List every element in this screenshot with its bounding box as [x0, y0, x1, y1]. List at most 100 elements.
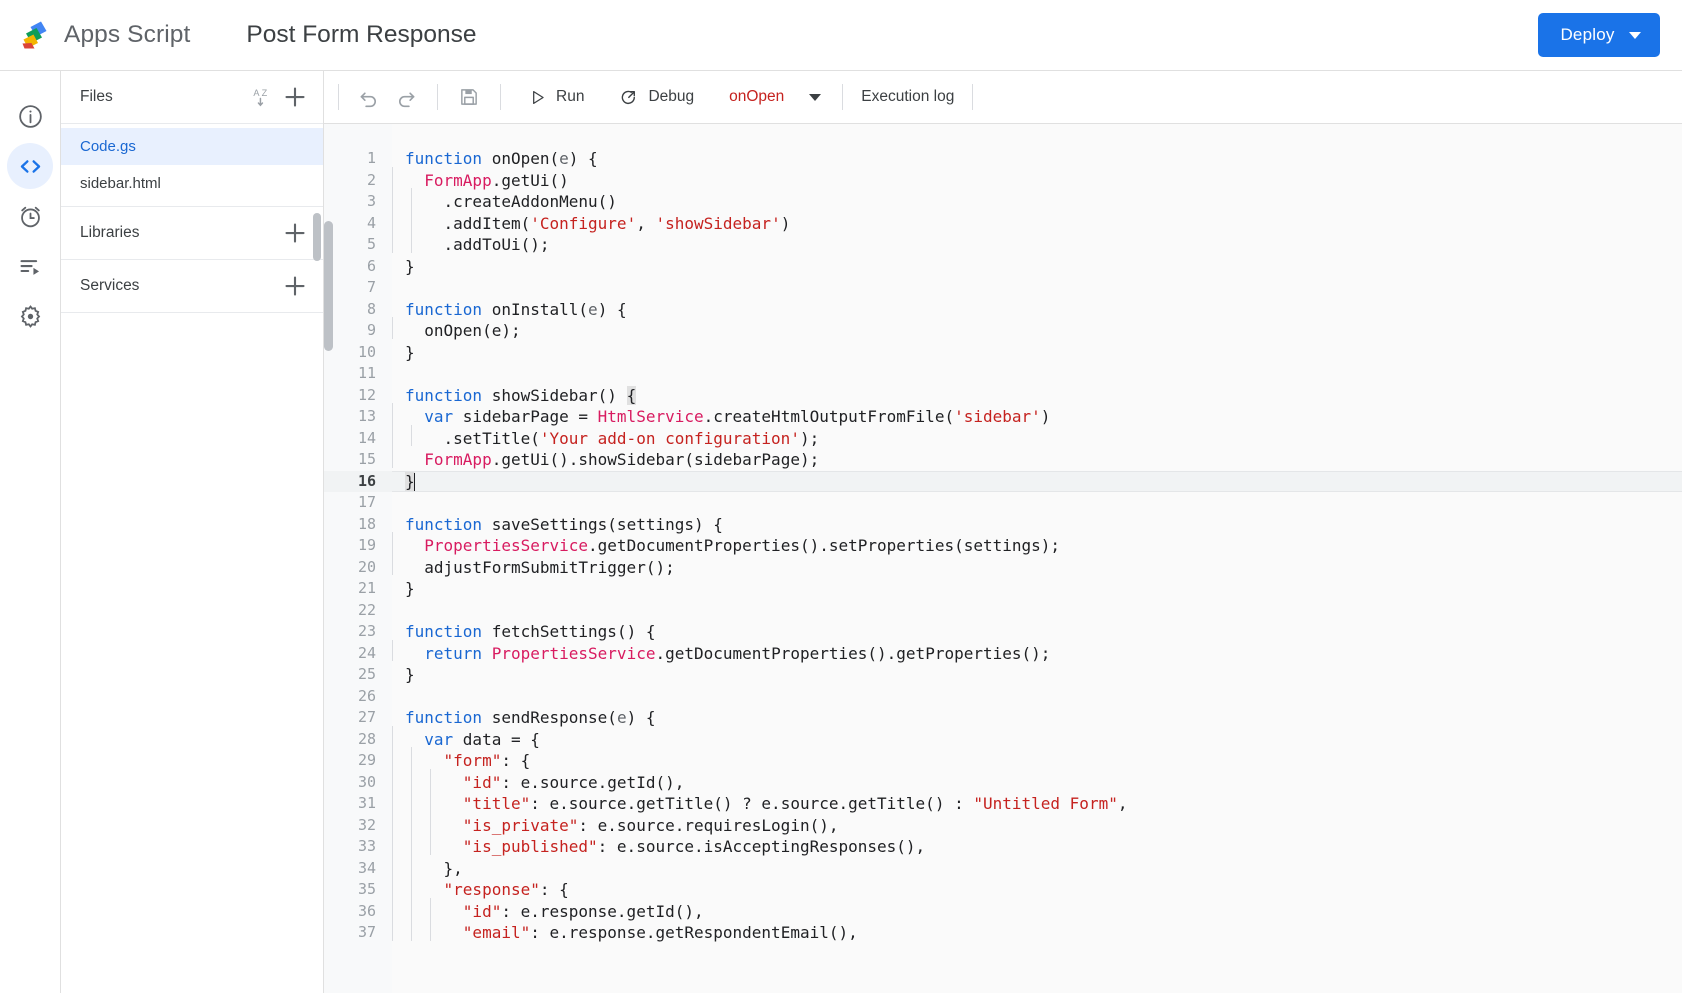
add-library-button[interactable] — [279, 217, 311, 249]
code-text: onOpen(e); — [392, 317, 1682, 342]
files-panel-scrollbar[interactable] — [313, 213, 321, 261]
code-token: : e.source.isAcceptingResponses(), — [597, 837, 926, 856]
function-selector-caret[interactable] — [794, 78, 836, 116]
code-line[interactable]: 32 "is_private": e.source.requiresLogin(… — [324, 811, 1682, 837]
chevron-down-icon — [809, 93, 822, 101]
sort-alpha-icon[interactable]: A Z — [247, 81, 279, 113]
code-line[interactable]: 11 — [324, 363, 1682, 385]
play-triangle-icon — [533, 90, 544, 104]
code-token: .getDocumentProperties().getProperties()… — [655, 643, 1051, 663]
line-number: 19 — [357, 536, 376, 554]
code-line[interactable]: 36 "id": e.response.getId(), — [324, 897, 1682, 923]
code-line[interactable]: 31 "title": e.source.getTitle() ? e.sour… — [324, 790, 1682, 815]
code-token: onInstall — [491, 299, 579, 319]
code-line[interactable]: 20 adjustFormSubmitTrigger(); — [324, 553, 1682, 579]
code-line[interactable]: 4 .addItem('Configure', 'showSidebar') — [324, 209, 1682, 235]
code-token: e — [616, 708, 627, 727]
line-number: 31 — [357, 794, 376, 812]
svg-text:A: A — [253, 88, 260, 98]
code-line[interactable]: 29 "form": { — [324, 747, 1682, 772]
code-line[interactable]: 30 "id": e.source.getId(), — [324, 768, 1682, 794]
code-token: .createHtmlOutputFromFile( — [703, 407, 955, 426]
code-line[interactable]: 17 — [324, 492, 1682, 514]
code-line[interactable]: 3 .createAddonMenu() — [324, 188, 1682, 213]
code-token: : { — [539, 880, 569, 899]
code-line[interactable]: 9 onOpen(e); — [324, 317, 1682, 342]
code-editor[interactable]: 1 function onOpen(e) {2 FormApp.getUi() 3 … — [324, 124, 1682, 993]
add-file-button[interactable] — [279, 81, 311, 113]
text-cursor — [413, 472, 415, 491]
code-token: } — [405, 579, 415, 598]
code-line[interactable]: 22 — [324, 600, 1682, 622]
undo-button[interactable] — [349, 78, 387, 116]
line-number: 3 — [366, 192, 376, 210]
code-line[interactable]: 26 — [324, 686, 1682, 708]
save-button[interactable] — [450, 78, 488, 116]
redo-button[interactable] — [387, 78, 425, 116]
code-line[interactable]: 5 .addToUi(); — [324, 231, 1682, 256]
code-line[interactable]: 34 }, — [324, 854, 1682, 880]
code-token: e — [588, 299, 598, 319]
sidebar-item-settings[interactable] — [7, 293, 53, 339]
add-service-button[interactable] — [279, 270, 311, 302]
file-item-code-gs[interactable]: Code.gs — [61, 128, 323, 165]
code-text: .setTitle('Your add-on configuration'); — [392, 424, 1682, 450]
code-text: } — [392, 256, 1682, 278]
code-token: function — [405, 385, 492, 405]
code-line[interactable]: 6} — [324, 256, 1682, 278]
code-line[interactable]: 25} — [324, 664, 1682, 686]
code-line[interactable]: 10} — [324, 342, 1682, 364]
line-number: 29 — [357, 751, 376, 769]
left-icon-rail — [0, 71, 61, 993]
code-line[interactable]: 16} — [324, 470, 1682, 492]
code-token: ) { — [568, 149, 598, 168]
sidebar-item-overview[interactable] — [7, 93, 53, 139]
debug-button[interactable]: Debug — [605, 78, 707, 116]
code-line[interactable]: 23 function fetchSettings() { — [324, 621, 1682, 643]
files-panel-header: Files A Z — [61, 71, 323, 124]
brand[interactable]: Apps Script — [18, 17, 190, 53]
code-line[interactable]: 13 var sidebarPage = HtmlService.createH… — [324, 403, 1682, 428]
file-item-sidebar-html[interactable]: sidebar.html — [61, 165, 323, 202]
code-text: var sidebarPage = HtmlService.createHtml… — [392, 403, 1682, 428]
code-line[interactable]: 12 function showSidebar() { — [324, 385, 1682, 407]
execution-log-button[interactable]: Execution log — [843, 78, 972, 116]
function-selector[interactable]: onOpen — [715, 78, 794, 116]
code-line[interactable]: 37 "email": e.response.getRespondentEmai… — [324, 919, 1682, 944]
code-line[interactable]: 7 — [324, 277, 1682, 299]
code-text: "id": e.response.getId(), — [392, 897, 1682, 923]
line-number: 6 — [366, 256, 376, 275]
code-text: .addItem('Configure', 'showSidebar') — [392, 209, 1682, 235]
sidebar-item-triggers[interactable] — [7, 193, 53, 239]
code-token: FormApp — [424, 170, 492, 190]
run-button[interactable]: Run — [515, 78, 597, 116]
code-line[interactable]: 15 FormApp.getUi().showSidebar(sidebarPa… — [324, 446, 1682, 471]
code-line[interactable]: 27 function sendResponse(e) { — [324, 707, 1682, 729]
sidebar-item-editor[interactable] — [7, 143, 53, 189]
code-line[interactable]: 8 function onInstall(e) { — [324, 299, 1682, 321]
code-line[interactable]: 1 function onOpen(e) { — [324, 148, 1682, 170]
deploy-button[interactable]: Deploy — [1538, 13, 1660, 57]
code-line[interactable]: 24 return PropertiesService.getDocumentP… — [324, 639, 1682, 665]
code-line[interactable]: 35 "response": { — [324, 876, 1682, 901]
code-line[interactable]: 18 function saveSettings(settings) { — [324, 514, 1682, 536]
sidebar-item-executions[interactable] — [7, 243, 53, 289]
code-line[interactable]: 33 "is_published": e.source.isAcceptingR… — [324, 833, 1682, 858]
code-token: : e.response.getRespondentEmail(), — [530, 923, 858, 942]
code-token: return — [424, 643, 492, 663]
code-text: adjustFormSubmitTrigger(); — [392, 553, 1682, 579]
code-line[interactable]: 19 PropertiesService.getDocumentProperti… — [324, 532, 1682, 557]
code-line[interactable]: 14 .setTitle('Your add-on configuration'… — [324, 424, 1682, 450]
code-text: }, — [392, 854, 1682, 880]
code-token: 'showSidebar' — [655, 213, 781, 233]
code-token: PropertiesService — [424, 536, 589, 555]
line-number: 28 — [357, 729, 376, 748]
code-line[interactable]: 21} — [324, 578, 1682, 600]
code-line[interactable]: 2 FormApp.getUi() — [324, 166, 1682, 192]
code-line[interactable]: 28 var data = { — [324, 725, 1682, 751]
line-number: 18 — [357, 514, 376, 533]
editor-scrollbar[interactable] — [324, 221, 333, 351]
